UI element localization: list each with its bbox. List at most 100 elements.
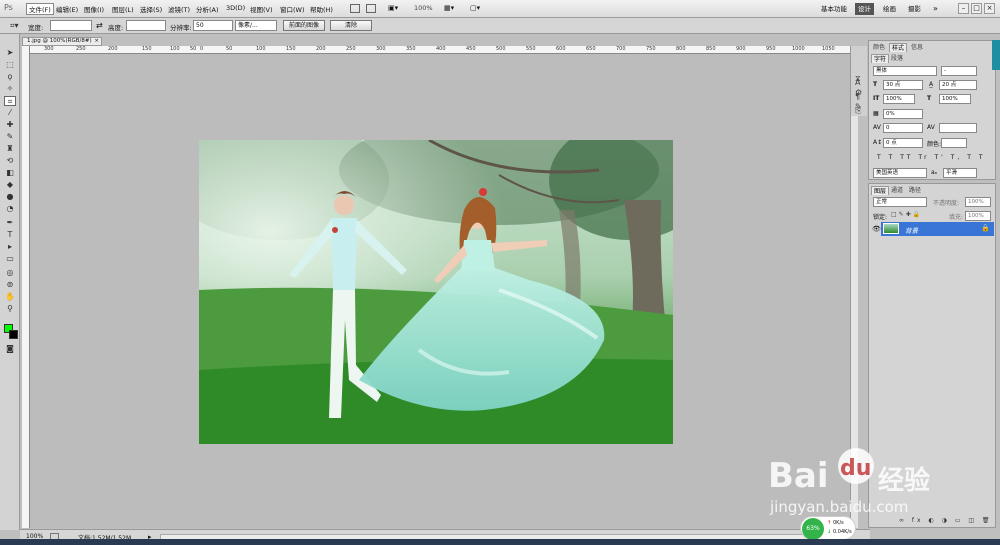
- minibridge-icon[interactable]: [366, 4, 376, 13]
- vertical-scale-field[interactable]: 100%: [883, 94, 915, 104]
- layer-visibility-eye-icon[interactable]: 👁: [872, 225, 881, 233]
- subscript-button[interactable]: T,: [951, 154, 963, 161]
- blend-mode-select[interactable]: 正常: [873, 197, 927, 207]
- character-panel-icon[interactable]: A: [855, 78, 860, 87]
- dodge-tool-icon[interactable]: ◔: [4, 204, 16, 214]
- zoom-level[interactable]: 100%: [414, 4, 433, 12]
- menu-analysis[interactable]: 分析(A): [196, 4, 219, 14]
- bridge-icon[interactable]: [350, 4, 360, 13]
- eyedropper-icon[interactable]: ⁄: [4, 108, 16, 118]
- healing-brush-icon[interactable]: ✚: [4, 120, 16, 130]
- menu-edit[interactable]: 编辑(E): [56, 4, 78, 14]
- type-style-buttons[interactable]: T T TT Tr T' T, T T: [877, 154, 986, 161]
- history-brush-icon[interactable]: ⟲: [4, 156, 16, 166]
- tab-channels[interactable]: 通道: [889, 186, 905, 195]
- workspace-design[interactable]: 设计: [855, 3, 874, 15]
- paragraph-panel-icon[interactable]: ¶: [855, 92, 860, 101]
- front-image-button[interactable]: 前面的图像: [283, 20, 325, 31]
- baseline-shift-field[interactable]: 0 点: [883, 138, 923, 148]
- maximize-icon[interactable]: □: [971, 3, 982, 14]
- minimize-icon[interactable]: –: [958, 3, 969, 14]
- photo-canvas[interactable]: [199, 140, 673, 444]
- tab-layers[interactable]: 图层: [871, 186, 890, 195]
- crop-tool-button[interactable]: ⌗: [4, 96, 16, 106]
- document-tab[interactable]: 1.jpg @ 100%(RGB/8#) ×: [22, 37, 102, 46]
- brush-tool-icon[interactable]: ✎: [4, 132, 16, 142]
- crop-tool-icon[interactable]: ⌗▾: [10, 21, 19, 31]
- move-tool-icon[interactable]: ➤: [4, 48, 16, 58]
- layer-name[interactable]: 背景: [905, 225, 918, 235]
- horizontal-scale-field[interactable]: 100%: [939, 94, 971, 104]
- zoom-tool-icon[interactable]: ⚲: [4, 304, 16, 314]
- faux-bold-button[interactable]: T: [877, 154, 884, 161]
- superscript-button[interactable]: T': [935, 154, 946, 161]
- underline-button[interactable]: T: [967, 154, 974, 161]
- shape-tool-icon[interactable]: ▭: [4, 254, 16, 264]
- font-family-select[interactable]: 黑体: [873, 66, 937, 76]
- close-document-icon[interactable]: ×: [94, 38, 99, 45]
- tracking-field[interactable]: [939, 123, 977, 133]
- antialias-select[interactable]: 平滑: [943, 168, 977, 178]
- menu-file[interactable]: 文件(F): [26, 3, 54, 15]
- tsume-field[interactable]: 0%: [883, 109, 923, 119]
- height-field[interactable]: [126, 20, 166, 31]
- tab-character[interactable]: 字符: [871, 54, 890, 63]
- layer-row-background[interactable]: 背景 🔒: [881, 222, 994, 236]
- more-workspaces-button[interactable]: »: [930, 3, 941, 15]
- pen-tool-icon[interactable]: ✒: [4, 218, 16, 228]
- resolution-field[interactable]: 50: [193, 20, 233, 31]
- quick-mask-icon[interactable]: ◙: [4, 344, 16, 354]
- menu-window[interactable]: 窗口(W): [280, 4, 305, 14]
- magic-wand-icon[interactable]: ✧: [4, 84, 16, 94]
- all-caps-button[interactable]: TT: [900, 154, 913, 161]
- background-color-swatch[interactable]: [9, 330, 18, 339]
- text-color-swatch[interactable]: [941, 138, 967, 148]
- tab-info[interactable]: 信息: [909, 43, 925, 52]
- font-style-select[interactable]: -: [941, 66, 977, 76]
- type-tool-icon[interactable]: T: [4, 230, 16, 240]
- tab-paragraph[interactable]: 段落: [889, 54, 905, 63]
- menu-filter[interactable]: 滤镜(T): [168, 4, 190, 14]
- path-selection-icon[interactable]: ▸: [4, 242, 16, 252]
- workspace-essentials[interactable]: 基本功能: [818, 3, 850, 15]
- swap-dimensions-icon[interactable]: ⇄: [96, 21, 103, 30]
- menu-select[interactable]: 选择(S): [140, 4, 162, 14]
- menu-view[interactable]: 视图(V): [250, 4, 273, 14]
- opacity-field[interactable]: 100%: [965, 197, 991, 207]
- tab-color[interactable]: 颜色: [871, 43, 887, 52]
- font-size-field[interactable]: 30 点: [883, 80, 923, 90]
- lock-icons[interactable]: □✎✚🔒: [891, 211, 922, 218]
- view-extras-icon[interactable]: ▣▾: [388, 4, 398, 12]
- clear-button[interactable]: 清除: [330, 20, 372, 31]
- panel-scrollbar[interactable]: [992, 40, 1000, 70]
- blur-tool-icon[interactable]: ●: [4, 192, 16, 202]
- menu-image[interactable]: 图像(I): [84, 4, 104, 14]
- kerning-field[interactable]: 0: [883, 123, 923, 133]
- paint-bucket-icon[interactable]: ◆: [4, 180, 16, 190]
- strikethrough-button[interactable]: T: [979, 154, 986, 161]
- small-caps-button[interactable]: Tr: [918, 154, 929, 161]
- clone-source-icon[interactable]: ⎘: [855, 106, 861, 116]
- close-icon[interactable]: ×: [984, 3, 995, 14]
- workspace-painting[interactable]: 绘画: [880, 3, 899, 15]
- fill-field[interactable]: 100%: [965, 211, 991, 221]
- lasso-tool-icon[interactable]: ϙ: [4, 72, 16, 82]
- 3d-rotate-icon[interactable]: ◎: [4, 268, 16, 278]
- arrange-documents-icon[interactable]: ▦▾: [444, 4, 454, 12]
- marquee-tool-icon[interactable]: ⬚: [4, 60, 16, 70]
- menu-help[interactable]: 帮助(H): [310, 4, 333, 14]
- leading-field[interactable]: 20 点: [939, 80, 977, 90]
- resolution-unit-select[interactable]: 像素/...: [235, 20, 277, 31]
- screen-mode-icon[interactable]: ▢▾: [470, 4, 480, 12]
- clone-stamp-icon[interactable]: ♜: [4, 144, 16, 154]
- menu-layer[interactable]: 图层(L): [112, 4, 134, 14]
- eraser-tool-icon[interactable]: ◧: [4, 168, 16, 178]
- menu-3d[interactable]: 3D(D): [226, 4, 245, 12]
- workspace-photography[interactable]: 摄影: [905, 3, 924, 15]
- tab-paths[interactable]: 路径: [907, 186, 923, 195]
- hand-tool-icon[interactable]: ✋: [4, 292, 16, 302]
- width-field[interactable]: [50, 20, 92, 31]
- tab-styles[interactable]: 样式: [889, 43, 908, 52]
- language-select[interactable]: 美国英语: [873, 168, 927, 178]
- 3d-orbit-icon[interactable]: ⊚: [4, 280, 16, 290]
